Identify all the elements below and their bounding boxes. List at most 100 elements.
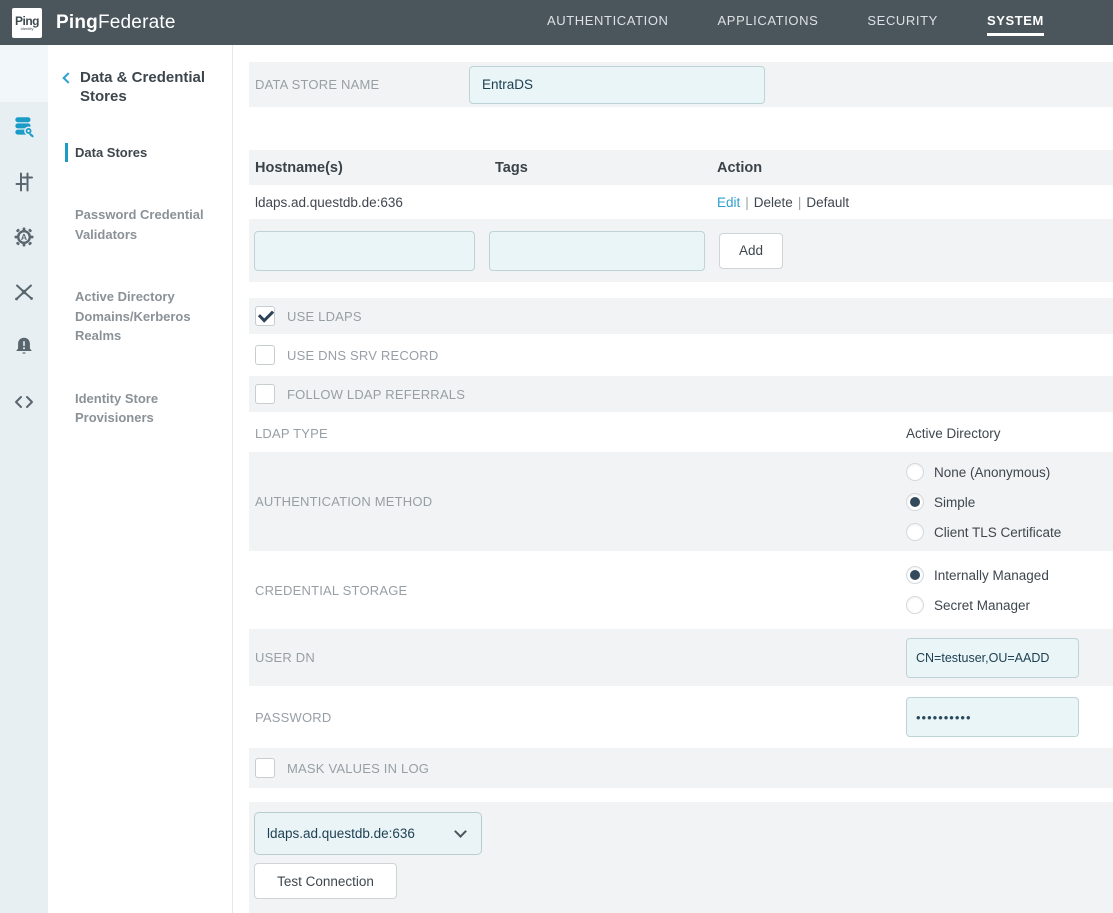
nav-system[interactable]: SYSTEM [987, 9, 1044, 36]
radio-client-tls-certificate[interactable]: Client TLS Certificate [906, 517, 1061, 547]
nav-applications[interactable]: APPLICATIONS [718, 9, 819, 36]
logo-text: Ping [15, 15, 39, 27]
edit-link[interactable]: Edit [717, 195, 740, 210]
test-connection-button[interactable]: Test Connection [254, 863, 397, 899]
sidebar-item-data-stores[interactable]: Data Stores [65, 143, 222, 163]
radio-icon [906, 523, 924, 541]
follow-ldap-referrals-row: FOLLOW LDAP REFERRALS [249, 376, 1113, 412]
add-button[interactable]: Add [719, 233, 783, 269]
radio-simple[interactable]: Simple [906, 487, 1061, 517]
use-ldaps-row: USE LDAPS [249, 298, 1113, 334]
data-stores-icon [11, 114, 37, 145]
sliders-icon [12, 170, 36, 199]
radio-icon [906, 493, 924, 511]
credential-storage-row: CREDENTIAL STORAGE Internally Managed Se… [249, 551, 1113, 629]
svg-text:A: A [21, 232, 27, 242]
authentication-method-label: AUTHENTICATION METHOD [255, 494, 432, 509]
app-title-bold: Ping [56, 12, 98, 33]
use-dns-srv-label: USE DNS SRV RECORD [287, 348, 438, 363]
chevron-left-icon [62, 72, 73, 83]
admin-gear-icon: A [12, 225, 36, 254]
user-dn-input[interactable]: CN=testuser,OU=AADD [906, 638, 1079, 678]
secondary-sidebar: Data & Credential Stores Data Stores Pas… [48, 45, 233, 913]
action-cell: Edit | Delete | Default [717, 195, 1113, 210]
delete-link[interactable]: Delete [754, 195, 793, 210]
data-store-name-row: DATA STORE NAME EntraDS [249, 62, 1113, 107]
data-store-name-label: DATA STORE NAME [255, 77, 469, 92]
dropdown-selected-value: ldaps.ad.questdb.de:636 [267, 826, 415, 841]
column-header-action: Action [717, 160, 1113, 176]
hostname-input[interactable] [254, 231, 475, 271]
radio-label: Internally Managed [934, 568, 1049, 583]
connections-icon [12, 280, 36, 309]
ping-identity-logo: Ping Identity [12, 8, 42, 38]
nav-security[interactable]: SECURITY [867, 9, 938, 36]
data-store-name-input[interactable]: EntraDS [469, 66, 765, 104]
sidebar-item-identity-store-provisioners[interactable]: Identity Store Provisioners [75, 389, 222, 428]
radio-label: None (Anonymous) [934, 465, 1050, 480]
radio-internally-managed[interactable]: Internally Managed [906, 560, 1049, 590]
use-ldaps-checkbox[interactable] [255, 306, 275, 326]
follow-ldap-referrals-checkbox[interactable] [255, 384, 275, 404]
nav-authentication[interactable]: AUTHENTICATION [547, 9, 669, 36]
ldap-type-label: LDAP TYPE [255, 426, 328, 441]
mask-values-checkbox[interactable] [255, 758, 275, 778]
rail-item-notifications[interactable] [0, 322, 48, 377]
top-bar: Ping Identity PingFederate AUTHENTICATIO… [0, 0, 1113, 45]
mask-values-row: MASK VALUES IN LOG [249, 748, 1113, 788]
top-navigation: AUTHENTICATION APPLICATIONS SECURITY SYS… [547, 9, 1113, 36]
user-dn-row: USER DN CN=testuser,OU=AADD [249, 629, 1113, 686]
ldap-type-value: Active Directory [906, 426, 1001, 441]
action-separator: | [745, 195, 749, 210]
tags-input[interactable] [489, 231, 705, 271]
notifications-icon [12, 335, 36, 364]
sidebar-item-password-credential-validators[interactable]: Password Credential Validators [75, 205, 222, 244]
table-row: ldaps.ad.questdb.de:636 Edit | Delete | Defa… [249, 185, 1113, 219]
radio-label: Client TLS Certificate [934, 525, 1061, 540]
app-title-light: Federate [98, 12, 176, 33]
radio-label: Secret Manager [934, 598, 1030, 613]
chevron-down-icon [454, 825, 467, 838]
radio-none-anonymous[interactable]: None (Anonymous) [906, 457, 1061, 487]
password-row: PASSWORD •••••••••• [249, 686, 1113, 748]
spacer [249, 282, 1113, 298]
radio-icon [906, 566, 924, 584]
authentication-method-options: None (Anonymous) Simple Client TLS Certi… [906, 457, 1061, 547]
rail-item-administrative-accounts[interactable]: A [0, 212, 48, 267]
logo-subtext: Identity [21, 27, 34, 31]
hostname-table-header: Hostname(s) Tags Action [249, 150, 1113, 185]
follow-ldap-referrals-label: FOLLOW LDAP REFERRALS [287, 387, 465, 402]
hostname-cell: ldaps.ad.questdb.de:636 [255, 195, 495, 210]
code-icon [12, 390, 36, 419]
use-dns-srv-checkbox[interactable] [255, 345, 275, 365]
radio-label: Simple [934, 495, 975, 510]
column-header-tags: Tags [495, 160, 717, 176]
rail-top-tile [0, 45, 48, 102]
add-hostname-row: Add [249, 219, 1113, 282]
column-header-hostnames: Hostname(s) [255, 160, 495, 176]
user-dn-label: USER DN [255, 650, 315, 665]
ldap-type-row: LDAP TYPE Active Directory [249, 414, 1113, 452]
radio-secret-manager[interactable]: Secret Manager [906, 590, 1049, 620]
default-link[interactable]: Default [806, 195, 849, 210]
password-input[interactable]: •••••••••• [906, 697, 1079, 737]
radio-icon [906, 463, 924, 481]
mask-values-label: MASK VALUES IN LOG [287, 761, 429, 776]
hostname-select-dropdown[interactable]: ldaps.ad.questdb.de:636 [254, 812, 482, 855]
authentication-method-row: AUTHENTICATION METHOD None (Anonymous) S… [249, 452, 1113, 551]
sidebar-nav: Data Stores Password Credential Validato… [64, 143, 222, 428]
password-label: PASSWORD [255, 710, 331, 725]
sidebar-title: Data & Credential Stores [80, 69, 222, 107]
credential-storage-label: CREDENTIAL STORAGE [255, 583, 407, 598]
rail-item-data-stores[interactable] [0, 102, 48, 157]
radio-icon [906, 596, 924, 614]
use-ldaps-label: USE LDAPS [287, 309, 362, 324]
sidebar-item-active-directory-domains[interactable]: Active Directory Domains/Kerberos Realms [75, 287, 222, 346]
icon-rail: A [0, 45, 48, 913]
credential-storage-options: Internally Managed Secret Manager [906, 560, 1049, 620]
rail-item-server-settings[interactable] [0, 157, 48, 212]
action-separator: | [798, 195, 802, 210]
sidebar-back-header[interactable]: Data & Credential Stores [64, 69, 222, 107]
rail-item-external-systems[interactable] [0, 377, 48, 432]
rail-item-connections[interactable] [0, 267, 48, 322]
